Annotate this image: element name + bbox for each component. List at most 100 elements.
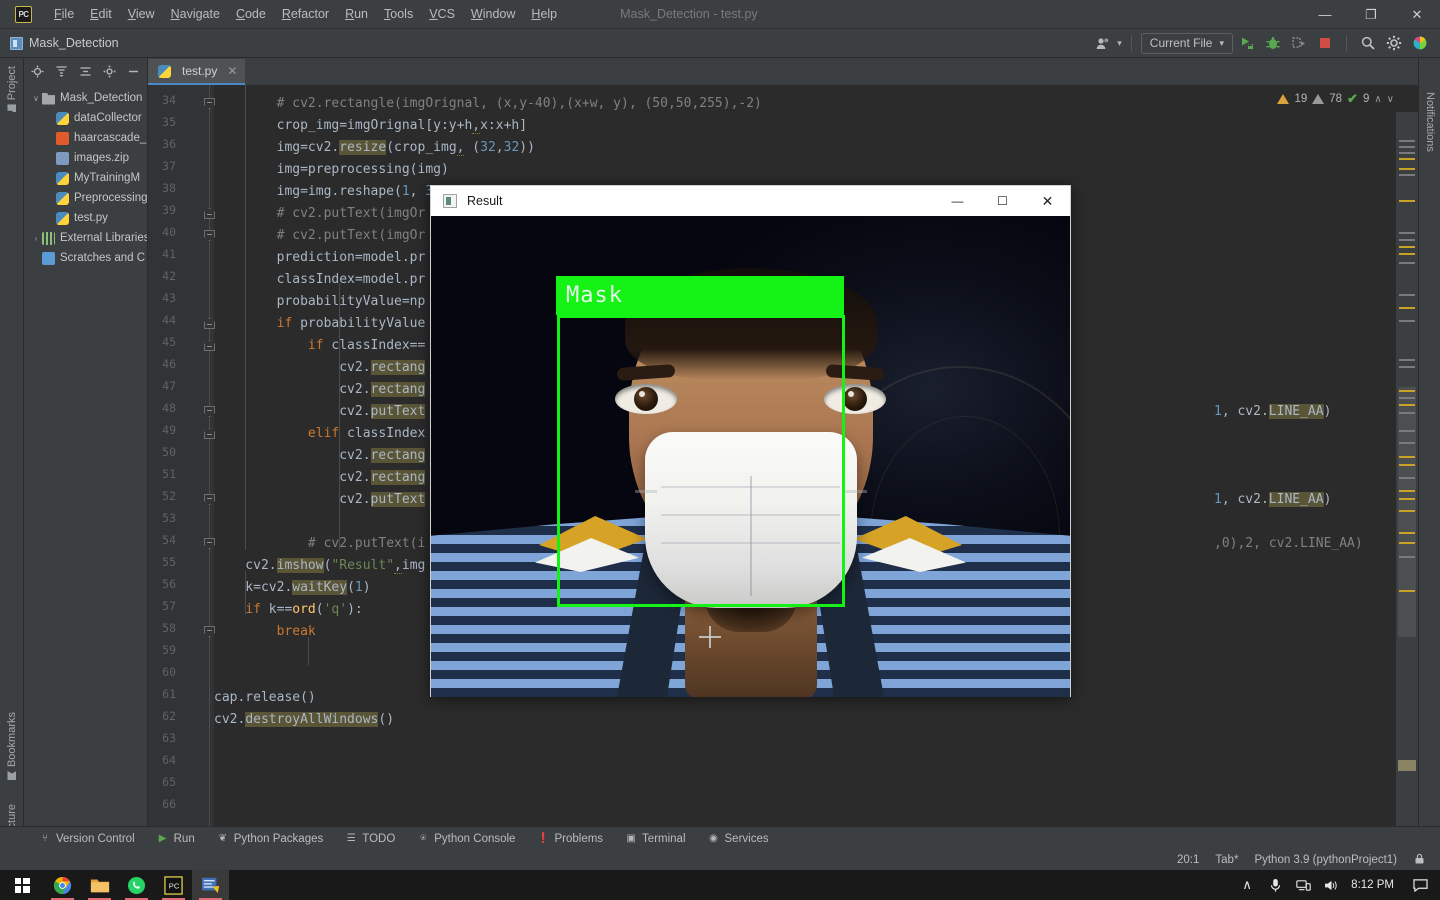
stop-icon[interactable] xyxy=(1313,32,1337,54)
menu-item-refactor[interactable]: Refactor xyxy=(274,4,337,24)
python-file-icon xyxy=(56,111,69,125)
tree-item-mytrainingm[interactable]: MyTrainingM xyxy=(24,168,147,188)
window-close-button[interactable]: ✕ xyxy=(1394,0,1440,29)
close-icon[interactable]: ✕ xyxy=(227,64,237,78)
line-number: 56 xyxy=(162,577,176,591)
inspection-widget[interactable]: 19 78 ✔ 9 ∧ ∨ xyxy=(1277,87,1394,111)
menu-item-edit[interactable]: Edit xyxy=(82,4,120,24)
window-maximize-button[interactable]: ❐ xyxy=(1348,0,1394,29)
indent-setting[interactable]: Tab* xyxy=(1215,854,1238,866)
line-number: 36 xyxy=(162,137,176,151)
tree-item-external-libraries[interactable]: › External Libraries xyxy=(24,228,147,248)
result-window-titlebar[interactable]: Result — ☐ ✕ xyxy=(431,186,1070,216)
code-line: cv2.putText xyxy=(214,404,426,419)
project-tree: ∨ Mask_Detection dataCollector haarcascade_… xyxy=(24,84,147,268)
file-explorer-taskbar-icon[interactable] xyxy=(81,870,118,900)
taskbar-clock[interactable]: 8:12 PM xyxy=(1351,879,1394,891)
user-profile-icon[interactable] xyxy=(1091,32,1115,54)
menu-item-navigate[interactable]: Navigate xyxy=(163,4,228,24)
editor-scrollbar-thumb[interactable] xyxy=(1398,387,1416,637)
settings-gear-icon[interactable] xyxy=(1382,32,1406,54)
previous-problem-icon[interactable]: ∧ xyxy=(1374,94,1381,105)
code-line: # cv2.putText(imgOr xyxy=(276,206,426,221)
expand-all-icon[interactable] xyxy=(50,60,72,82)
window-minimize-button[interactable]: — xyxy=(1302,0,1348,29)
editor-tab-test-py[interactable]: test.py ✕ xyxy=(148,59,246,85)
tree-item-preprocessing[interactable]: Preprocessing xyxy=(24,188,147,208)
code-line: break xyxy=(276,624,316,639)
check-icon: ✔ xyxy=(1347,91,1358,106)
pycharm-taskbar-icon[interactable]: PC xyxy=(155,870,192,900)
editor-gutter[interactable]: 34 35 36 37 38 39 40 41 42 43 44 45 46 47 48 49 50 51 52 53… xyxy=(148,85,215,826)
next-problem-icon[interactable]: ∨ xyxy=(1387,94,1394,105)
python-file-icon xyxy=(56,171,69,185)
tray-expand-icon[interactable]: ∧ xyxy=(1239,877,1255,893)
code-line: # cv2.putText(imgOr xyxy=(276,228,426,243)
code-line: cv2.imshow("Result",img xyxy=(214,558,426,574)
bottom-tool-run[interactable]: ▶ Run xyxy=(146,833,206,845)
menu-item-vcs[interactable]: VCS xyxy=(421,4,463,24)
hide-panel-icon[interactable] xyxy=(122,60,144,82)
tree-item-label: images.zip xyxy=(74,152,129,164)
code-line-fragment: 1, cv2.LINE_AA) xyxy=(1214,404,1332,419)
result-close-button[interactable]: ✕ xyxy=(1025,186,1070,216)
menu-item-code[interactable]: Code xyxy=(228,4,274,24)
editor-taskbar-icon[interactable] xyxy=(192,870,229,900)
chrome-taskbar-icon[interactable] xyxy=(44,870,81,900)
windows-start-icon[interactable] xyxy=(0,870,44,900)
result-window[interactable]: Result — ☐ ✕ Mask xyxy=(430,185,1071,697)
python-interpreter[interactable]: Python 3.9 (pythonProject1) xyxy=(1254,854,1397,866)
search-icon[interactable] xyxy=(1356,32,1380,54)
notification-center-icon[interactable] xyxy=(1406,870,1434,900)
menu-item-run[interactable]: Run xyxy=(337,4,376,24)
menu-item-view[interactable]: View xyxy=(120,4,163,24)
sidebar-tab-project[interactable]: Project xyxy=(0,62,24,117)
editor-marker-bar[interactable] xyxy=(1396,112,1418,826)
lock-icon[interactable] xyxy=(1413,852,1426,868)
menu-item-help[interactable]: Help xyxy=(523,4,565,24)
bottom-tool-python-packages[interactable]: ❦ Python Packages xyxy=(206,833,335,845)
volume-icon[interactable] xyxy=(1323,877,1339,893)
bottom-tool-problems[interactable]: ❗ Problems xyxy=(526,833,614,845)
result-maximize-button[interactable]: ☐ xyxy=(980,186,1025,216)
bottom-tool-version-control[interactable]: ⑂ Version Control xyxy=(28,833,146,845)
line-number: 46 xyxy=(162,357,176,371)
bottom-tool-python-console[interactable]: ⍟ Python Console xyxy=(406,833,526,845)
bottom-tool-todo[interactable]: ☰ TODO xyxy=(334,833,406,845)
menu-item-tools[interactable]: Tools xyxy=(376,4,421,24)
bookmark-icon xyxy=(8,771,17,780)
line-number: 50 xyxy=(162,445,176,459)
code-line: probabilityValue=np xyxy=(214,294,426,309)
profile-chevron-down-icon[interactable]: ▾ xyxy=(1117,38,1122,49)
tree-item-haarcascade[interactable]: haarcascade_ xyxy=(24,128,147,148)
bottom-tool-services[interactable]: ◉ Services xyxy=(697,833,780,845)
breadcrumb[interactable]: Mask_Detection xyxy=(29,36,119,50)
caret-position[interactable]: 20:1 xyxy=(1177,854,1199,866)
whatsapp-taskbar-icon[interactable] xyxy=(118,870,155,900)
locate-icon[interactable] xyxy=(26,60,48,82)
notifications-strip[interactable]: Notifications xyxy=(1418,58,1440,826)
chevron-icon[interactable]: ∨ xyxy=(30,94,42,103)
sidebar-tab-bookmarks[interactable]: Bookmarks xyxy=(0,708,24,784)
branch-icon: ⑂ xyxy=(42,833,48,844)
coverage-icon[interactable] xyxy=(1287,32,1311,54)
settings-gear-icon[interactable] xyxy=(98,60,120,82)
code-line: cv2.rectang xyxy=(214,448,426,463)
collapse-all-icon[interactable] xyxy=(74,60,96,82)
menu-item-file[interactable]: File xyxy=(46,4,82,24)
tree-item-scratches-and-c[interactable]: Scratches and C xyxy=(24,248,147,268)
menu-item-window[interactable]: Window xyxy=(463,4,523,24)
chevron-icon[interactable]: › xyxy=(30,234,42,243)
ide-assistant-icon[interactable] xyxy=(1408,32,1432,54)
tree-item-test-py[interactable]: test.py xyxy=(24,208,147,228)
run-configuration-selector[interactable]: Current File ▾ xyxy=(1140,32,1233,54)
microphone-icon[interactable] xyxy=(1267,877,1283,893)
run-icon[interactable] xyxy=(1235,32,1259,54)
tree-item-images-zip[interactable]: images.zip xyxy=(24,148,147,168)
tree-item-mask-detection[interactable]: ∨ Mask_Detection xyxy=(24,88,147,108)
network-icon[interactable] xyxy=(1295,877,1311,893)
result-minimize-button[interactable]: — xyxy=(935,186,980,216)
debug-icon[interactable] xyxy=(1261,32,1285,54)
tree-item-datacollector[interactable]: dataCollector xyxy=(24,108,147,128)
bottom-tool-terminal[interactable]: ▣ Terminal xyxy=(614,833,696,845)
